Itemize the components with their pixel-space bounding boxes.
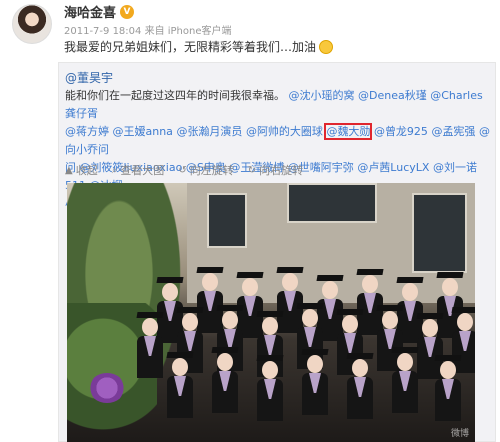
- mention-link[interactable]: @曾龙925: [374, 125, 428, 138]
- graduate: [211, 343, 239, 413]
- image-toolbar: ▲ 收起 ⌕ 查看大图 ↺ 向左旋转 ↻ 向右旋转: [65, 162, 303, 178]
- rotate-right-icon: ↻: [247, 164, 257, 176]
- mention-link[interactable]: @蒋方婷: [65, 125, 109, 138]
- mentions-line2: @蒋方婷 @王嫒anna @张瀚月演员 @阿帅的大圈球 @魏大勋 @曾龙925 …: [65, 123, 490, 156]
- highlighted-mention[interactable]: @魏大勋: [324, 123, 373, 140]
- view-large-button[interactable]: ⌕ 查看大图: [112, 162, 165, 178]
- collapse-icon: ▲: [65, 164, 73, 176]
- verified-icon: V: [120, 4, 135, 19]
- rotate-left-label: 向左旋转: [189, 164, 234, 177]
- mention-link[interactable]: @王嫒anna: [113, 125, 173, 138]
- graduate: [301, 345, 329, 415]
- collapse-button[interactable]: ▲ 收起: [65, 162, 98, 178]
- rotate-left-icon: ↺: [178, 164, 187, 176]
- window: [207, 193, 247, 248]
- rotate-right-label: 向右旋转: [259, 164, 304, 177]
- magnifier-icon: ⌕: [111, 164, 118, 176]
- mention-link[interactable]: @沈小瑶的窝: [289, 89, 355, 102]
- avatar[interactable]: [12, 4, 52, 44]
- window: [412, 193, 467, 273]
- window: [287, 183, 377, 223]
- graduate: [256, 351, 284, 421]
- view-large-label: 查看大图: [120, 164, 165, 177]
- mention-link[interactable]: @张瀚月演员: [176, 125, 242, 138]
- graduates-crowd: [117, 263, 475, 442]
- graduation-photo[interactable]: 微博: [67, 183, 475, 442]
- post-author[interactable]: 海哈金喜 V: [64, 2, 135, 21]
- photo-watermark: 微博: [450, 429, 469, 439]
- mention-link[interactable]: @孟宪强: [431, 125, 475, 138]
- mention-link[interactable]: @Denea秋瑾: [358, 89, 427, 102]
- author-name[interactable]: 海哈金喜: [64, 2, 116, 21]
- collapse-label: 收起: [75, 164, 98, 177]
- graduate: [346, 349, 374, 419]
- emoji-icon: [319, 39, 334, 54]
- post-text-content: 我最爱的兄弟姐妹们，无限精彩等着我们…加油: [64, 40, 317, 54]
- post-meta: 2011-7-9 18:04 来自 iPhone客户端: [64, 26, 232, 37]
- graduate: [166, 348, 194, 418]
- repost-intro: 能和你们在一起度过这四年的时间我很幸福。: [65, 89, 285, 102]
- mention-link[interactable]: @卢茜LucyLX: [357, 161, 429, 174]
- repost-author[interactable]: @董昊宇: [65, 69, 113, 86]
- graduate: [391, 343, 419, 413]
- graduate: [136, 308, 164, 378]
- rotate-left-button[interactable]: ↺ 向左旋转: [178, 162, 233, 178]
- post-text: 我最爱的兄弟姐妹们，无限精彩等着我们…加油: [64, 38, 334, 55]
- mention-link[interactable]: @阿帅的大圈球: [246, 125, 323, 138]
- graduate: [434, 351, 462, 421]
- repost-card: @董昊宇 能和你们在一起度过这四年的时间我很幸福。 @沈小瑶的窝 @Denea秋…: [58, 62, 496, 442]
- flower-bouquet: [89, 373, 125, 403]
- rotate-right-button[interactable]: ↻ 向右旋转: [248, 162, 303, 178]
